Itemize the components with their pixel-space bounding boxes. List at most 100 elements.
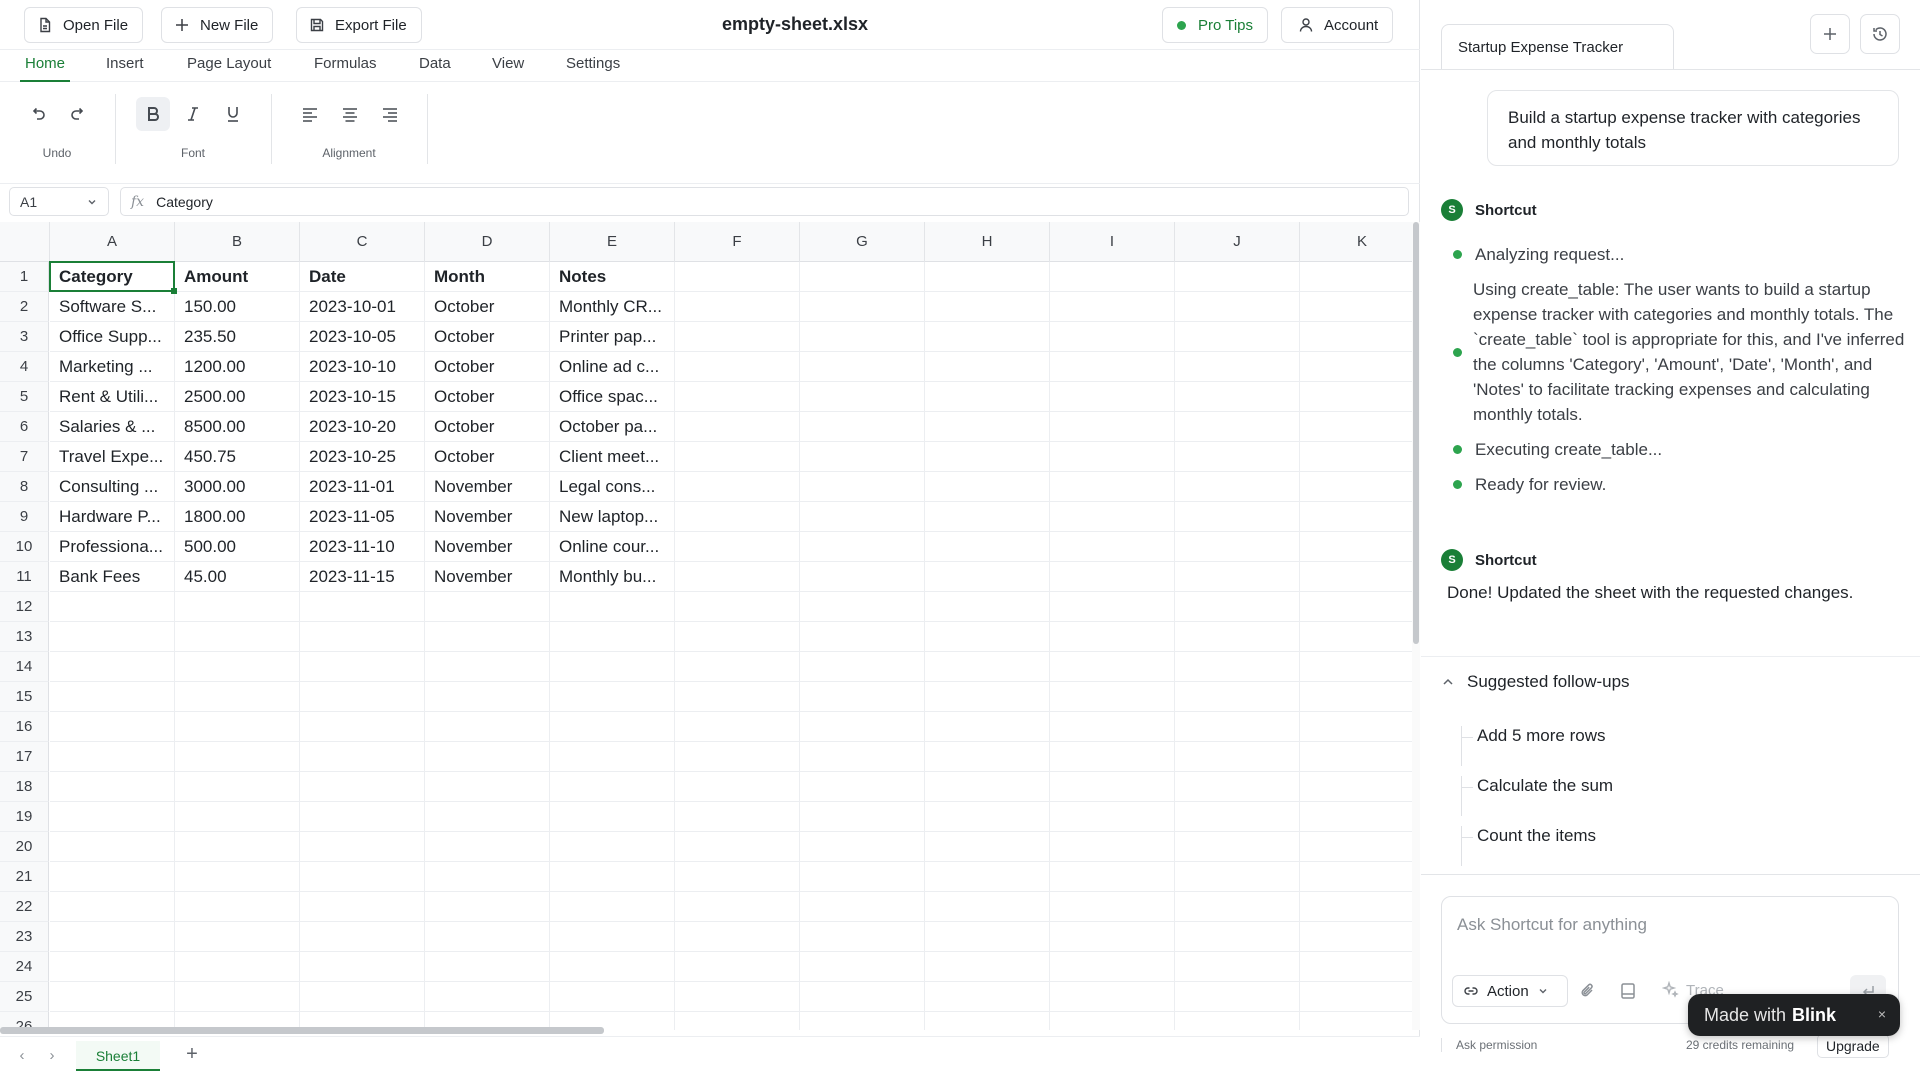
cell-i8[interactable] (1050, 472, 1175, 502)
cell-h8[interactable] (925, 472, 1050, 502)
column-header-b[interactable]: B (175, 222, 300, 262)
align-right-button[interactable] (373, 97, 407, 131)
cell-h19[interactable] (925, 802, 1050, 832)
row-header[interactable]: 19 (0, 802, 49, 832)
cell-i23[interactable] (1050, 922, 1175, 952)
cell-b24[interactable] (175, 952, 300, 982)
cell-g24[interactable] (800, 952, 925, 982)
row-header[interactable]: 18 (0, 772, 49, 802)
cell-j20[interactable] (1175, 832, 1300, 862)
cell-k15[interactable] (1300, 682, 1412, 712)
cell-h1[interactable] (925, 262, 1050, 292)
column-header-h[interactable]: H (925, 222, 1050, 262)
row-header[interactable]: 22 (0, 892, 49, 922)
cell-c22[interactable] (300, 892, 425, 922)
cell-e4[interactable]: Online ad c... (550, 352, 675, 382)
cell-e21[interactable] (550, 862, 675, 892)
cell-i22[interactable] (1050, 892, 1175, 922)
cell-k5[interactable] (1300, 382, 1412, 412)
cell-h25[interactable] (925, 982, 1050, 1012)
cell-h2[interactable] (925, 292, 1050, 322)
history-button[interactable] (1860, 14, 1900, 54)
cell-b16[interactable] (175, 712, 300, 742)
cell-f15[interactable] (675, 682, 800, 712)
tab-page-layout[interactable]: Page Layout (182, 55, 276, 82)
cell-g20[interactable] (800, 832, 925, 862)
vertical-scrollbar[interactable] (1412, 222, 1420, 1030)
cell-j11[interactable] (1175, 562, 1300, 592)
column-header-k[interactable]: K (1300, 222, 1412, 262)
cell-a21[interactable] (50, 862, 175, 892)
cell-b1[interactable]: Amount (175, 262, 300, 292)
cell-g11[interactable] (800, 562, 925, 592)
cell-b22[interactable] (175, 892, 300, 922)
cell-b17[interactable] (175, 742, 300, 772)
new-file-button[interactable]: New File (161, 7, 274, 43)
cell-d20[interactable] (425, 832, 550, 862)
cell-a20[interactable] (50, 832, 175, 862)
cell-g4[interactable] (800, 352, 925, 382)
cell-h10[interactable] (925, 532, 1050, 562)
cell-f23[interactable] (675, 922, 800, 952)
cell-d2[interactable]: October (425, 292, 550, 322)
cell-j10[interactable] (1175, 532, 1300, 562)
cell-k7[interactable] (1300, 442, 1412, 472)
cell-a15[interactable] (50, 682, 175, 712)
cell-j17[interactable] (1175, 742, 1300, 772)
select-all-corner[interactable] (0, 222, 50, 262)
cell-k22[interactable] (1300, 892, 1412, 922)
cell-g22[interactable] (800, 892, 925, 922)
cell-i1[interactable] (1050, 262, 1175, 292)
cell-j9[interactable] (1175, 502, 1300, 532)
cell-i3[interactable] (1050, 322, 1175, 352)
undo-button[interactable] (21, 97, 55, 131)
row-header[interactable]: 25 (0, 982, 49, 1012)
cell-i16[interactable] (1050, 712, 1175, 742)
cell-i9[interactable] (1050, 502, 1175, 532)
cell-d10[interactable]: November (425, 532, 550, 562)
cell-f24[interactable] (675, 952, 800, 982)
cell-f16[interactable] (675, 712, 800, 742)
cell-g19[interactable] (800, 802, 925, 832)
cell-e20[interactable] (550, 832, 675, 862)
cell-g21[interactable] (800, 862, 925, 892)
cell-f13[interactable] (675, 622, 800, 652)
cell-e9[interactable]: New laptop... (550, 502, 675, 532)
row-header[interactable]: 16 (0, 712, 49, 742)
cell-b21[interactable] (175, 862, 300, 892)
cell-g13[interactable] (800, 622, 925, 652)
italic-button[interactable] (176, 97, 210, 131)
attach-icon[interactable] (1578, 981, 1598, 1001)
cell-b13[interactable] (175, 622, 300, 652)
cell-c5[interactable]: 2023-10-15 (300, 382, 425, 412)
cell-b10[interactable]: 500.00 (175, 532, 300, 562)
cell-j3[interactable] (1175, 322, 1300, 352)
cell-h3[interactable] (925, 322, 1050, 352)
cell-b19[interactable] (175, 802, 300, 832)
tab-view[interactable]: View (487, 55, 529, 82)
cell-j18[interactable] (1175, 772, 1300, 802)
cell-e22[interactable] (550, 892, 675, 922)
pro-tips-button[interactable]: Pro Tips (1162, 7, 1269, 43)
cell-a13[interactable] (50, 622, 175, 652)
cell-k16[interactable] (1300, 712, 1412, 742)
cell-b12[interactable] (175, 592, 300, 622)
cell-e3[interactable]: Printer pap... (550, 322, 675, 352)
cell-c7[interactable]: 2023-10-25 (300, 442, 425, 472)
export-file-button[interactable]: Export File (296, 7, 422, 43)
cell-j22[interactable] (1175, 892, 1300, 922)
cell-c8[interactable]: 2023-11-01 (300, 472, 425, 502)
column-header-f[interactable]: F (675, 222, 800, 262)
cell-h16[interactable] (925, 712, 1050, 742)
cell-i6[interactable] (1050, 412, 1175, 442)
cell-b15[interactable] (175, 682, 300, 712)
cell-b2[interactable]: 150.00 (175, 292, 300, 322)
cell-c11[interactable]: 2023-11-15 (300, 562, 425, 592)
row-header[interactable]: 15 (0, 682, 49, 712)
cell-j13[interactable] (1175, 622, 1300, 652)
cell-k1[interactable] (1300, 262, 1412, 292)
cell-e16[interactable] (550, 712, 675, 742)
cell-j23[interactable] (1175, 922, 1300, 952)
spreadsheet-grid[interactable]: ABCDEFGHIJK 1 Category Amount Date Month Note… (0, 222, 1412, 1030)
add-sheet-icon[interactable]: + (180, 1043, 204, 1069)
